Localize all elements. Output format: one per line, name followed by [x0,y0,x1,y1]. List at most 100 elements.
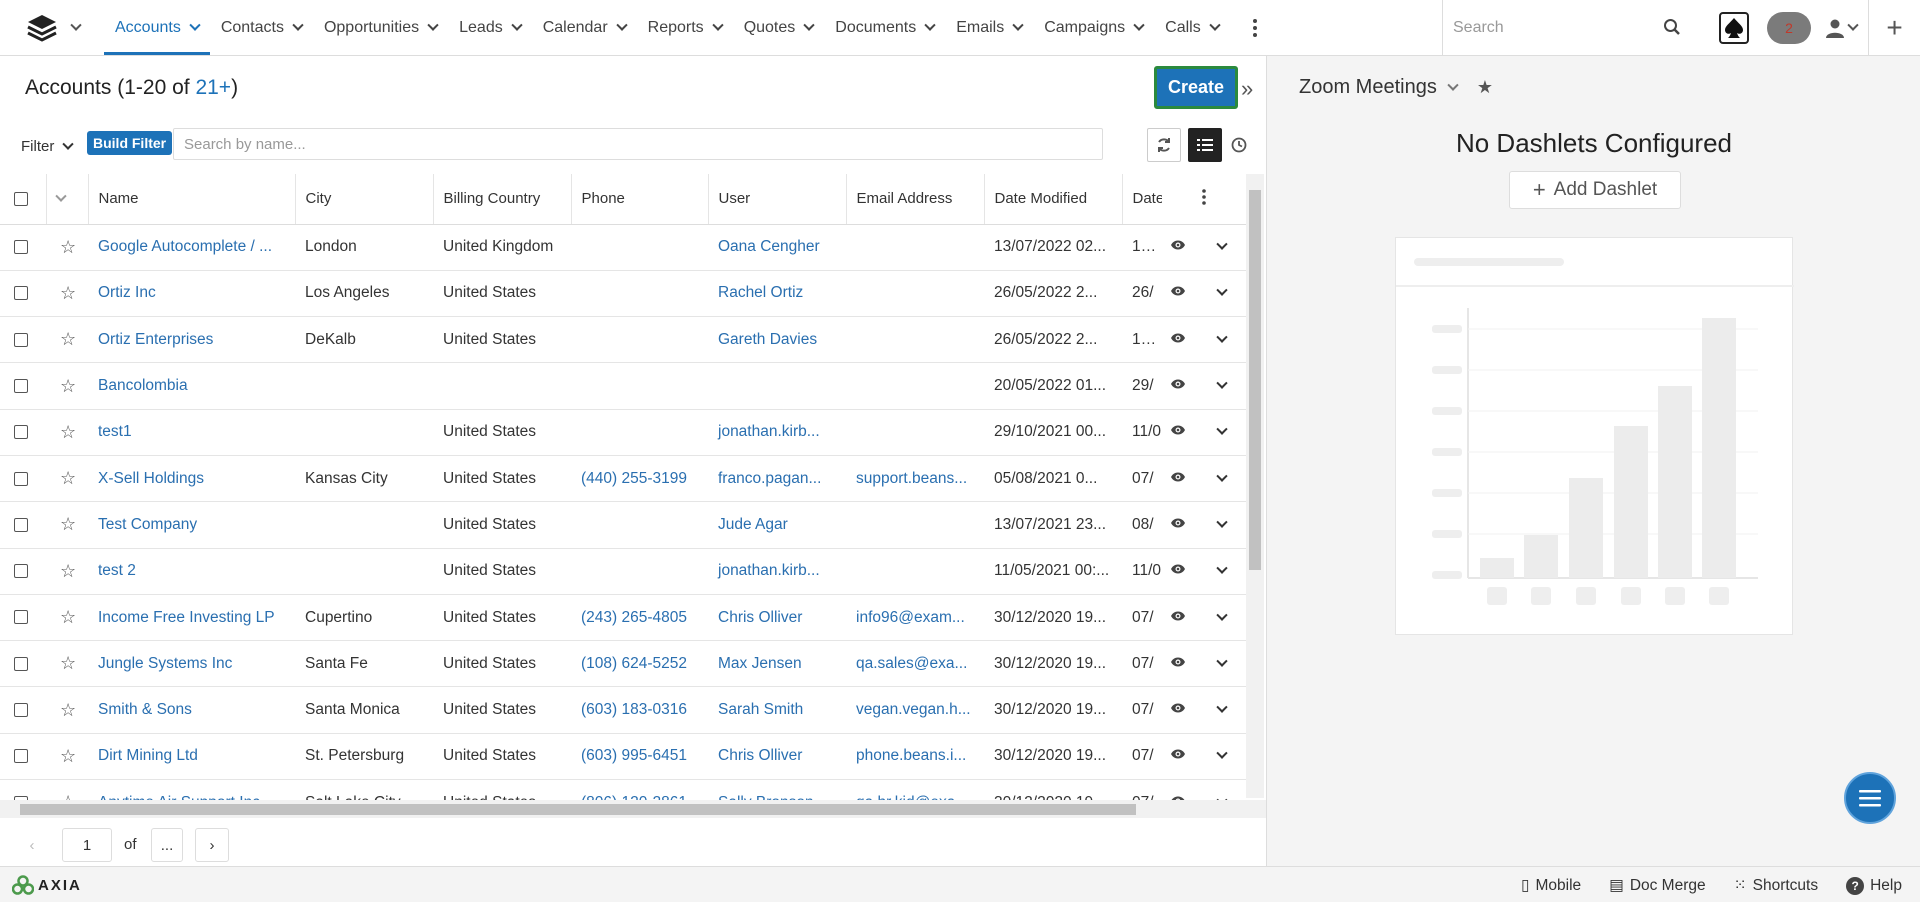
timeline-view-button[interactable] [1222,128,1256,162]
tab-leads[interactable]: Leads [448,0,532,55]
app-logo[interactable] [0,0,104,55]
table-row[interactable]: ☆ Ortiz Enterprises DeKalb United States Gar… [0,316,1246,364]
phone-cell[interactable] [571,362,708,410]
search-by-name-input[interactable]: Search by name... [173,128,1103,160]
chevron-down-icon[interactable] [1216,423,1228,436]
table-row[interactable]: ☆ Smith & Sons Santa Monica United States (6… [0,686,1246,734]
column-header-date[interactable]: Date [1122,174,1162,225]
name-cell[interactable]: Dirt Mining Ltd [88,733,295,781]
vertical-scrollbar[interactable] [1246,174,1264,798]
user-cell[interactable] [708,362,846,410]
row-checkbox[interactable] [14,332,28,347]
table-row[interactable]: ☆ Dirt Mining Ltd St. Petersburg United Sta… [0,733,1246,781]
tab-calls[interactable]: Calls [1154,0,1230,55]
name-cell[interactable]: test 2 [88,548,295,595]
column-header-phone[interactable]: Phone [571,174,709,225]
eye-icon[interactable] [1170,239,1186,251]
phone-cell[interactable]: (603) 995-6451 [571,733,708,781]
quick-create-button[interactable]: + [1868,0,1920,56]
star-icon[interactable]: ☆ [60,607,76,627]
table-row[interactable]: ☆ Income Free Investing LP Cupertino United… [0,594,1246,642]
user-cell[interactable]: jonathan.kirb... [708,409,846,456]
chevron-down-icon[interactable] [1216,238,1228,250]
create-button[interactable]: Create [1154,66,1238,109]
user-cell[interactable]: Rachel Ortiz [708,270,846,318]
user-cell[interactable]: Sally Bronson [708,779,846,800]
table-row[interactable]: ☆ Bancolombia 20/05/2022 01... 29/ [0,362,1246,410]
notification-badge[interactable]: 2 [1767,12,1811,44]
star-icon[interactable]: ☆ [60,514,76,534]
phone-cell[interactable]: (440) 255-3199 [571,455,708,503]
tab-accounts[interactable]: Accounts [104,0,210,55]
row-checkbox[interactable] [14,378,28,393]
prev-page-button[interactable]: ‹ [15,828,49,862]
phone-cell[interactable]: (603) 183-0316 [571,686,708,734]
email-cell[interactable]: info96@exam... [846,594,984,642]
total-pages-button[interactable]: ... [151,828,183,862]
eye-icon[interactable] [1170,378,1186,390]
add-dashlet-button[interactable]: + Add Dashlet [1509,171,1681,209]
tab-contacts[interactable]: Contacts [210,0,313,55]
star-icon[interactable]: ☆ [60,746,76,766]
phone-cell[interactable] [571,316,708,364]
star-icon[interactable]: ☆ [60,561,76,581]
phone-cell[interactable]: (243) 265-4805 [571,594,708,642]
eye-icon[interactable] [1170,563,1186,575]
row-checkbox[interactable] [14,425,28,440]
star-icon[interactable]: ☆ [60,422,76,442]
horizontal-scrollbar[interactable] [0,800,1266,818]
dashboard-selector[interactable]: Zoom Meetings ★ [1299,76,1493,99]
record-count[interactable]: 21+ [195,76,231,99]
name-cell[interactable]: Ortiz Enterprises [88,316,295,364]
tab-opportunities[interactable]: Opportunities [313,0,448,55]
name-cell[interactable]: Google Autocomplete / ... [88,224,295,271]
footer-mobile-link[interactable]: ▯ Mobile [1521,876,1581,895]
eye-icon[interactable] [1170,285,1186,297]
email-cell[interactable] [846,224,984,271]
column-header-date-modified[interactable]: Date Modified [984,174,1123,225]
table-row[interactable]: ☆ test 2 United States jonathan.kirb... 11/0… [0,548,1246,595]
chevron-down-icon[interactable] [1216,701,1228,713]
eye-icon[interactable] [1170,471,1186,483]
chevron-down-icon[interactable] [1216,331,1228,343]
chevron-down-icon[interactable] [1216,609,1228,621]
user-cell[interactable]: Max Jensen [708,640,846,688]
column-header-name[interactable]: Name [88,174,296,225]
name-cell[interactable]: Smith & Sons [88,686,295,734]
table-row[interactable]: ☆ X-Sell Holdings Kansas City United States… [0,455,1246,503]
user-menu[interactable] [1825,18,1859,38]
tab-reports[interactable]: Reports [637,0,733,55]
select-all-checkbox[interactable] [14,192,28,207]
chevron-down-icon[interactable] [1216,377,1228,389]
spade-icon[interactable] [1719,12,1749,44]
footer-doc-merge-link[interactable]: ▤ Doc Merge [1609,876,1705,895]
star-icon[interactable]: ☆ [60,329,76,349]
star-icon[interactable]: ☆ [60,283,76,303]
search-icon[interactable] [1663,18,1681,36]
name-cell[interactable]: Bancolombia [88,362,295,410]
column-header-user[interactable]: User [708,174,847,225]
phone-cell[interactable] [571,270,708,318]
user-cell[interactable]: jonathan.kirb... [708,548,846,595]
user-cell[interactable]: Jude Agar [708,501,846,549]
row-checkbox[interactable] [14,656,28,671]
column-header-city[interactable]: City [295,174,434,225]
tab-emails[interactable]: Emails [945,0,1033,55]
name-cell[interactable]: test1 [88,409,295,456]
row-checkbox[interactable] [14,749,28,764]
email-cell[interactable] [846,362,984,410]
row-checkbox[interactable] [14,471,28,486]
tab-campaigns[interactable]: Campaigns [1033,0,1154,55]
refresh-button[interactable] [1147,128,1181,162]
floating-menu-button[interactable] [1844,772,1896,824]
list-view-button[interactable] [1188,128,1222,162]
table-row[interactable]: ☆ test1 United States jonathan.kirb... 29/10… [0,409,1246,456]
name-cell[interactable]: Test Company [88,501,295,549]
user-cell[interactable]: Sarah Smith [708,686,846,734]
eye-icon[interactable] [1170,702,1186,714]
row-checkbox[interactable] [14,564,28,579]
phone-cell[interactable] [571,501,708,549]
email-cell[interactable] [846,270,984,318]
tab-documents[interactable]: Documents [824,0,945,55]
name-cell[interactable]: Jungle Systems Inc [88,640,295,688]
